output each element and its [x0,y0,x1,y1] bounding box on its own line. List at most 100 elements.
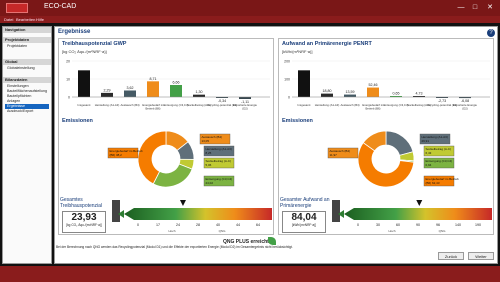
marker-triangle-icon [179,200,186,206]
scale-caption: QNG [439,229,447,233]
bar [321,93,333,97]
scale-tick: 64 [256,223,260,227]
gwp-emissions-title: Emissionen [62,118,93,124]
bar [170,85,182,97]
y-tick-label: 0 [68,96,70,100]
callout-text: 13,05 [202,139,210,143]
penrt-total-box: 84,04 [kWh/(m²NRF·a)] [282,211,326,233]
page-title: Ergebnisse [58,29,91,35]
callout-text: 0,94 [426,163,432,167]
bar [78,70,90,97]
scale-tick: 40 [216,223,220,227]
penrt-emissions-title: Emissionen [282,118,313,124]
leaf-icon [268,237,276,245]
nav-section-header[interactable]: Global [3,59,51,65]
status-bar [0,266,500,282]
back-button[interactable]: Zurück [438,252,464,260]
help-button[interactable]: ? [487,29,495,37]
scale-tick: 30 [376,223,380,227]
bar-category-label: (D2) [462,107,468,111]
bar-value-label: 13,59 [346,90,355,94]
bar [124,90,136,97]
donut-callout: Energiebedarf im Betrieb(B6) 38,2 [107,147,143,159]
bar [367,87,379,97]
y-tick-label: 200 [284,60,290,64]
menu-bearbeiten[interactable]: Bearbeiten [16,16,35,23]
callout-text: (B6) 62,43 [426,181,440,185]
callout-text: (B6) 38,2 [110,153,123,157]
menu-datei[interactable]: Datei [4,16,13,23]
bar [147,81,159,97]
donut-callout: Sockelbetrag (A-C)6,43 [423,145,455,157]
y-tick-label: 100 [284,78,290,82]
donut-callout: Entsorgung (C3,C4)0,94 [423,157,455,169]
nav-section-header: Navigation [3,27,51,33]
penrt-title: Aufwand an Primärenergie PENRT [282,41,372,47]
app-logo [6,3,28,13]
rating-bar [124,208,272,220]
bar-value-label: 8,71 [150,77,157,81]
callout-text: 6,43 [426,151,432,155]
donut-callout: Energiebedarf im Betrieb(B6) 62,43 [423,175,459,187]
penrt-total-value: 84,04 [291,212,317,223]
scale-tick: 24 [176,223,180,227]
callout-text: 5,06 [206,163,212,167]
nav-section-header[interactable]: Projektdaten [3,37,51,43]
donut-callout: Entsorgung (C3,C4)24,02 [203,175,235,187]
nav-item-global[interactable]: Globaleinstellung [7,66,35,71]
callout-text: 8,25 [206,151,212,155]
penrt-bar-chart: 200 100 0 Insgesamt 18,80 Herstellung (A1-A3)… [284,60,490,111]
close-button[interactable]: ✕ [485,3,495,12]
qng-note: Bei der Berechnung nach QNG werden das R… [56,245,293,249]
scale-tick: 44 [236,223,240,227]
scale-tick: 0 [137,223,139,227]
bar [298,70,310,97]
donut-callout: Austausch (B4)13,05 [199,133,231,145]
bar-category-label: (D2) [242,107,248,111]
bar-category-label: Austausch (B4) [120,103,139,107]
bar-value-label: 18,80 [323,89,332,93]
menu-hilfe[interactable]: Hilfe [36,16,44,23]
nav-item-ausdruck-export[interactable]: Ausdruck/Export [7,109,33,114]
y-tick-label: 20 [66,60,70,64]
penrt-total-unit: [kWh/(m²NRF·a)] [291,223,317,227]
gwp-donut-chart: Austausch (B4)13,05Herstellung (A1-A3)8,… [107,130,235,188]
callout-text: 24,02 [206,181,214,185]
bar-value-label: 52,46 [369,83,378,87]
nav-item-projektdaten[interactable]: Projektdaten [7,44,27,49]
marker-triangle-icon [416,200,423,206]
bar-value-label: 1,30 [196,90,203,94]
donut-callout: Sockelbetrag (A-C)5,06 [203,157,235,169]
bar-value-label: 6,66 [173,81,180,85]
bar-category-label: Insgesamt [298,103,311,107]
maximize-button[interactable]: □ [470,3,480,12]
bar-category-label: Betrieb (B6) [366,107,381,111]
gwp-unit: [kg CO₂ Äqu./(m²NRF·a)] [62,49,107,54]
bar-value-label: 3,62 [127,86,134,90]
next-button[interactable]: Weiter [468,252,494,260]
building-icon [112,200,120,222]
gwp-total-box: 23,93 [kg CO₂ Äqu./(m²NRF·a)] [62,211,106,233]
gwp-total-unit: [kg CO₂ Äqu./(m²NRF·a)] [66,223,102,227]
donut-callout: Austausch (B4)11,97 [327,147,359,159]
bar-category-label: Entsorgung (C3,C4) [164,103,189,107]
gwp-total-label: Gesamtes Treibhauspotenzial [60,197,103,209]
minimize-button[interactable]: — [456,3,466,12]
scale-caption: Hoch [388,229,395,233]
scale-tick: 60 [396,223,400,227]
penrt-donut-chart: Herstellung (A1-A3)29,91Sockelbetrag (A-… [327,130,459,188]
gwp-title: Treibhauspotenzial GWP [62,41,127,47]
bar-category-label: Herstellung (A1-A3) [315,103,340,107]
callout-text: 11,97 [330,153,338,157]
penrt-total-label: Gesamter Aufwand an Primärenergie [280,197,330,209]
bar-category-label: Austausch (B4) [340,103,359,107]
nav-section-header[interactable]: Bilanzdaten [3,77,51,83]
bar [193,94,205,97]
bar [239,97,251,99]
navigation-panel: Navigation Projektdaten Projektdaten Glo… [2,26,52,264]
callout-text: 29,91 [422,139,430,143]
scale-caption: QNG [219,229,227,233]
donut-callout: Herstellung (A1-A3)29,91 [419,133,451,145]
donut-slice [152,163,193,188]
scale-tick: 140 [455,223,461,227]
